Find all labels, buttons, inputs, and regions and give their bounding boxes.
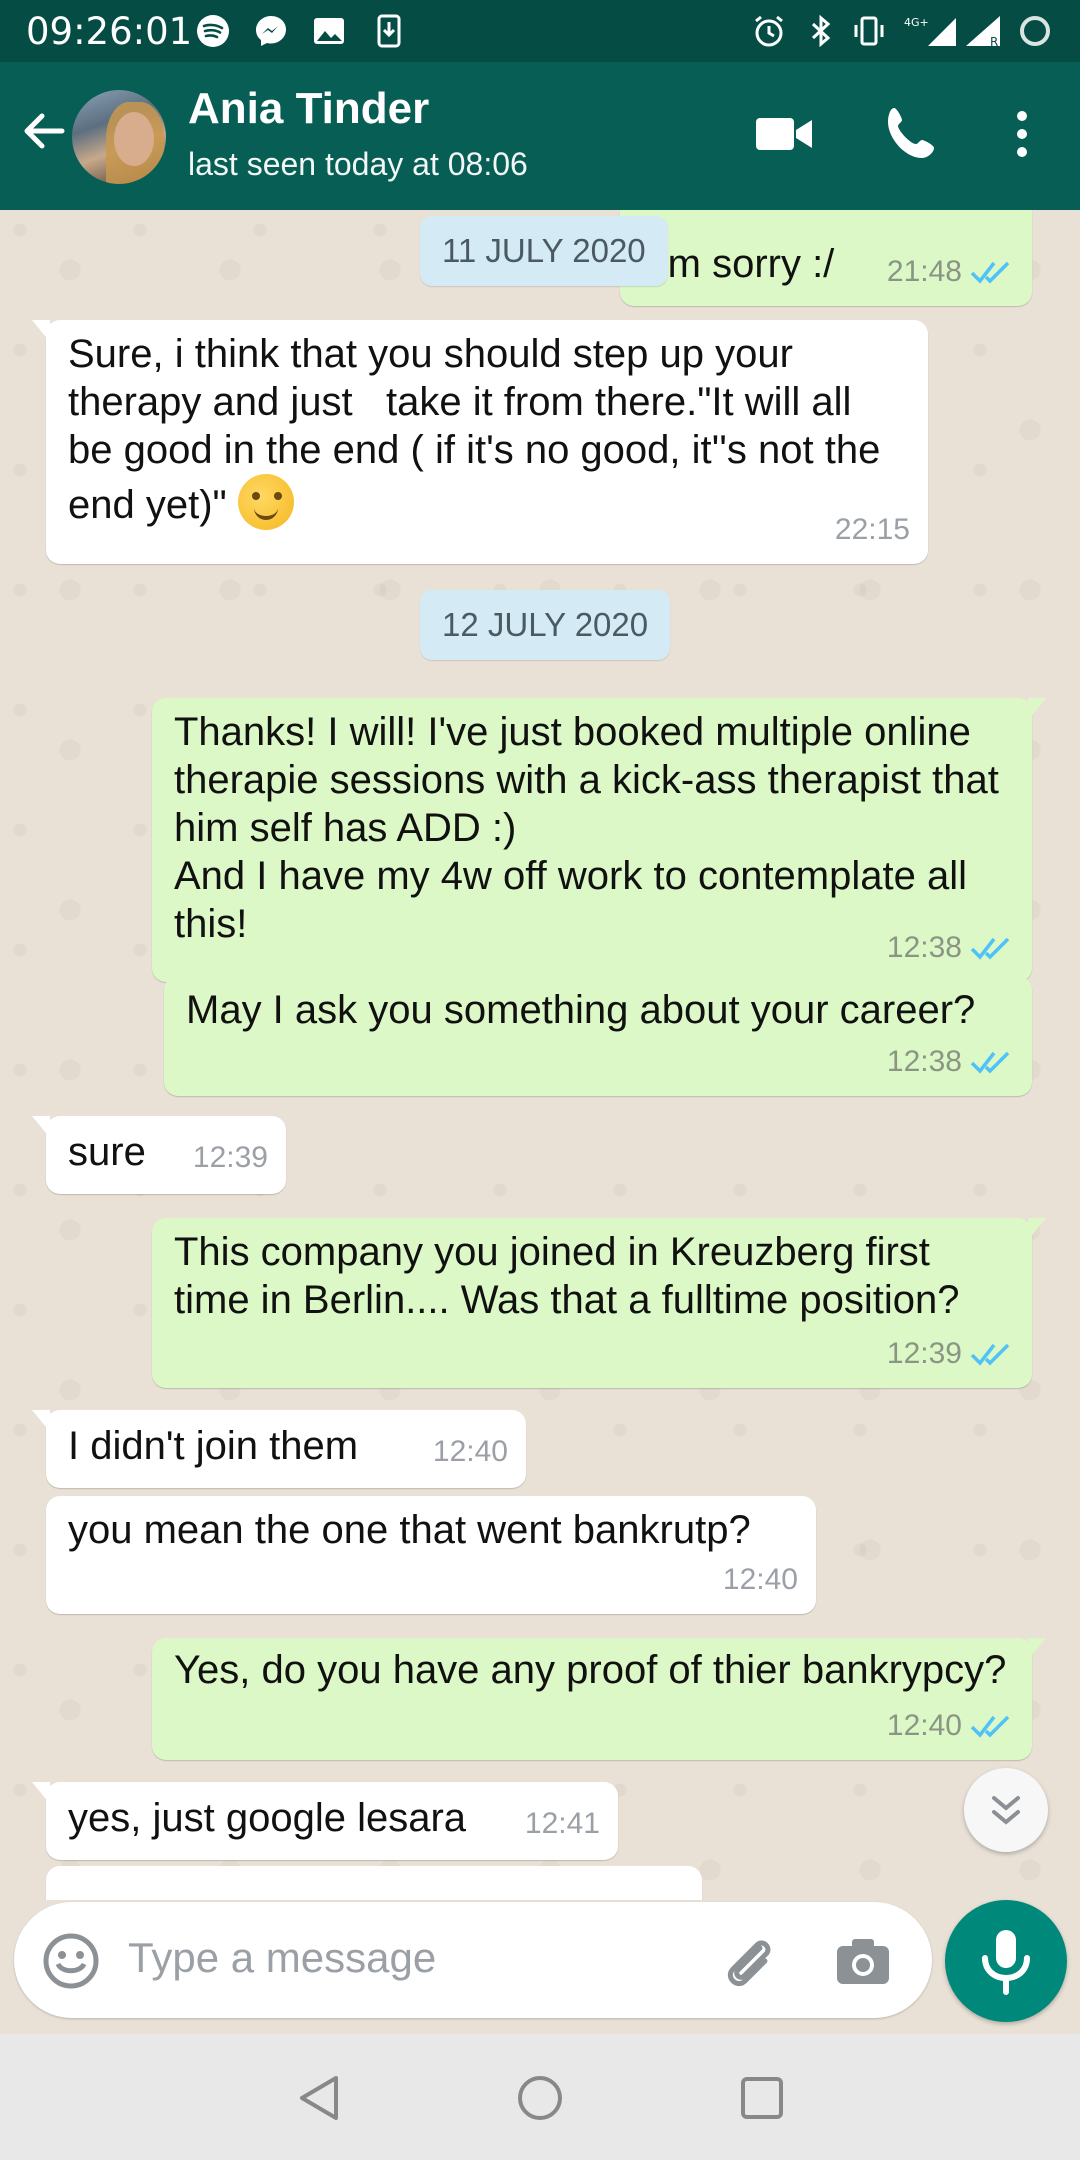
message-time: 12:38 xyxy=(886,931,962,964)
read-ticks-icon xyxy=(970,261,1010,284)
message-text: Thanks! I will! I've just booked multipl… xyxy=(174,710,999,946)
nav-back-icon[interactable] xyxy=(292,2070,348,2126)
bluetooth-icon xyxy=(811,14,831,48)
vibrate-icon xyxy=(854,16,884,46)
emoji-icon[interactable] xyxy=(42,1932,100,1990)
message-bubble-outgoing[interactable]: May I ask you something about your caree… xyxy=(164,976,1032,1096)
message-time: 12:40 xyxy=(886,1709,962,1742)
read-ticks-icon xyxy=(970,1343,1010,1366)
chat-header: Ania Tinder last seen today at 08:06 xyxy=(0,62,1080,210)
message-time: 12:39 xyxy=(192,1141,268,1174)
message-bubble-outgoing[interactable]: Yes, do you have any proof of thier bank… xyxy=(152,1638,1046,1760)
video-call-icon[interactable] xyxy=(752,102,816,166)
date-chip: 12 JULY 2020 xyxy=(420,590,671,660)
scroll-down-icon xyxy=(992,1796,1020,1825)
voice-record-button[interactable] xyxy=(945,1900,1067,2022)
message-input[interactable]: Type a message xyxy=(128,1934,436,1982)
last-seen-status: last seen today at 08:06 xyxy=(188,146,528,182)
voice-call-icon[interactable] xyxy=(880,102,944,166)
message-bubble-incoming-partial[interactable] xyxy=(46,1866,702,1900)
chat-area[interactable]: 'm sorry :/ 21:48 11 JULY 2020 Sure, i t… xyxy=(0,210,1080,1900)
message-meta: 12:38 xyxy=(887,1038,1014,1086)
date-chip: 11 JULY 2020 xyxy=(420,216,668,286)
mic-icon xyxy=(982,1930,1030,1995)
message-time: 12:41 xyxy=(524,1807,600,1840)
messenger-icon xyxy=(256,16,286,46)
message-time: 12:39 xyxy=(886,1337,962,1370)
message-meta: 12:39 xyxy=(193,1134,268,1182)
message-time: 12:38 xyxy=(886,1045,962,1078)
read-ticks-icon xyxy=(970,1715,1010,1738)
message-text: Yes, do you have any proof of thier bank… xyxy=(174,1648,1007,1692)
nav-recents-icon[interactable] xyxy=(734,2070,790,2126)
message-bubble-outgoing[interactable]: 'm sorry :/ 21:48 xyxy=(620,210,1032,306)
scroll-down-button[interactable] xyxy=(964,1768,1048,1852)
read-ticks-icon xyxy=(970,1051,1010,1074)
svg-text:R: R xyxy=(990,35,998,48)
message-meta: 21:48 xyxy=(887,248,1014,296)
contact-name[interactable]: Ania Tinder xyxy=(188,84,429,134)
message-time: 12:40 xyxy=(432,1435,508,1468)
message-text: Sure, i think that you should step up yo… xyxy=(68,330,888,530)
more-options-icon[interactable] xyxy=(1000,102,1044,166)
status-time: 09:26:01 xyxy=(26,10,193,53)
message-meta: 22:15 xyxy=(835,506,910,554)
read-ticks-icon xyxy=(970,937,1010,960)
message-meta: 12:40 xyxy=(723,1556,798,1604)
message-bubble-incoming[interactable]: sure 12:39 xyxy=(32,1116,286,1194)
nav-home-icon[interactable] xyxy=(512,2070,568,2126)
alarm-icon xyxy=(755,15,783,47)
back-arrow-icon[interactable] xyxy=(18,106,68,156)
message-time: 12:40 xyxy=(722,1563,798,1596)
message-text: you mean the one that went bankrutp? xyxy=(68,1508,751,1552)
message-time: 22:15 xyxy=(834,513,910,546)
message-meta: 12:41 xyxy=(525,1800,600,1848)
hugging-face-emoji xyxy=(237,474,294,530)
avatar[interactable] xyxy=(72,90,166,184)
system-nav-bar xyxy=(0,2034,1080,2160)
message-bubble-outgoing[interactable]: Thanks! I will! I've just booked multipl… xyxy=(152,698,1046,982)
message-meta: 12:38 xyxy=(887,924,1014,972)
message-text: This company you joined in Kreuzberg fir… xyxy=(174,1230,960,1322)
attach-icon[interactable] xyxy=(720,1932,778,1990)
message-bubble-outgoing[interactable]: This company you joined in Kreuzberg fir… xyxy=(152,1218,1046,1388)
svg-text:4G+: 4G+ xyxy=(904,16,929,29)
message-meta: 12:39 xyxy=(887,1330,1014,1378)
spotify-icon xyxy=(197,15,229,47)
message-composer[interactable]: Type a message xyxy=(14,1902,932,2018)
message-bubble-incoming[interactable]: I didn't join them 12:40 xyxy=(32,1410,526,1488)
message-meta: 12:40 xyxy=(433,1428,508,1476)
gallery-icon xyxy=(314,18,344,44)
message-text: May I ask you something about your caree… xyxy=(186,988,976,1032)
message-bubble-incoming[interactable]: yes, just google lesara 12:41 xyxy=(32,1782,618,1860)
camera-icon[interactable] xyxy=(834,1932,892,1990)
status-bar: 09:26:01 4G+ R xyxy=(0,0,1080,62)
download-icon xyxy=(377,14,401,48)
message-meta: 12:40 xyxy=(887,1702,1014,1750)
message-text: yes, just google lesara xyxy=(68,1796,467,1840)
signal-roaming-icon: R xyxy=(966,16,1000,48)
message-bubble-incoming[interactable]: you mean the one that went bankrutp? 12:… xyxy=(46,1496,816,1614)
message-bubble-incoming[interactable]: Sure, i think that you should step up yo… xyxy=(32,320,928,564)
signal-icon: 4G+ xyxy=(904,16,956,46)
message-time: 21:48 xyxy=(886,255,962,288)
battery-icon xyxy=(1020,16,1050,46)
